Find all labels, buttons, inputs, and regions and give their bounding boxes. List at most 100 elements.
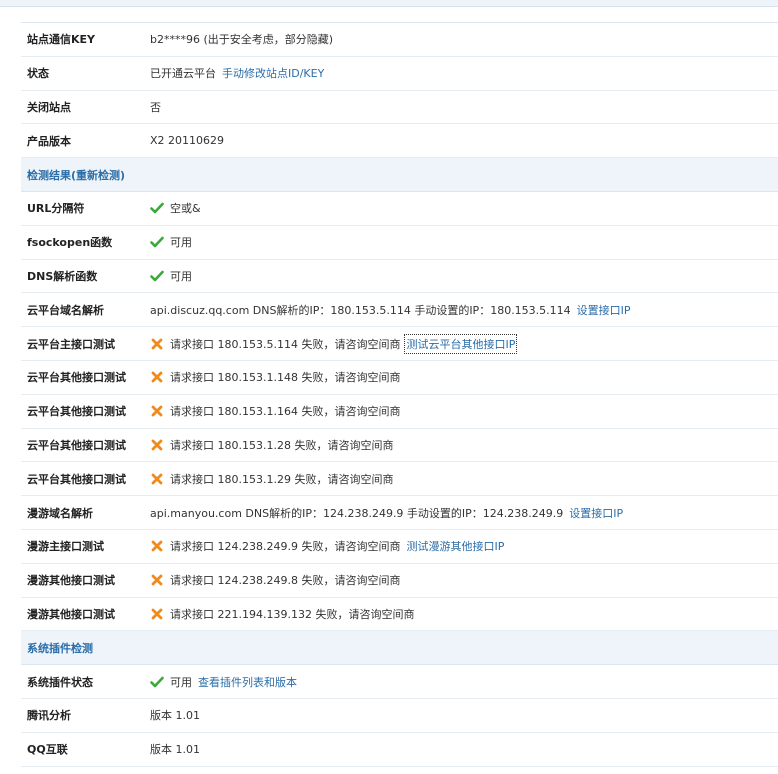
row-value-text: 版本 1.01 [150, 709, 200, 723]
row-value: 请求接口 180.153.1.29 失败，请咨询空间商 [150, 471, 393, 487]
table-row: 腾讯分析 版本 1.01 [21, 699, 778, 733]
row-label: 云平台其他接口测试 [27, 472, 126, 486]
row-action-link[interactable]: 查看插件列表和版本 [198, 674, 297, 690]
section-header-plugins: 系统插件检测 [21, 631, 778, 666]
cloud-status-panel: 站点通信KEY b2****96 (出于安全考虑，部分隐藏) 状态 已开通云平台 手动修… [21, 22, 778, 767]
row-value-text: 空或& [170, 202, 201, 216]
row-label: DNS解析函数 [27, 269, 98, 283]
row-label: 漫游其他接口测试 [27, 574, 115, 588]
row-value-text: 请求接口 180.153.1.28 失败，请咨询空间商 [170, 438, 394, 452]
section-header-detect[interactable]: 检测结果(重新检测) [21, 158, 778, 192]
table-row: 漫游其他接口测试 请求接口 221.194.139.132 失败，请咨询空间商 [21, 598, 778, 632]
table-row: 云平台主接口测试 请求接口 180.153.5.114 失败，请咨询空间商 测试云平… [21, 327, 778, 361]
basic-info-rows: 站点通信KEY b2****96 (出于安全考虑，部分隐藏) 状态 已开通云平台 手动修… [21, 23, 778, 159]
cross-icon [150, 337, 164, 351]
row-value: 可用 [150, 234, 192, 250]
row-value-text: 可用 [170, 675, 192, 689]
table-row: 云平台其他接口测试 请求接口 180.153.1.28 失败，请咨询空间商 [21, 429, 778, 463]
section-title-detect[interactable]: 检测结果(重新检测) [27, 167, 125, 183]
row-value-text: 请求接口 124.238.249.8 失败，请咨询空间商 [170, 574, 401, 588]
row-value: 请求接口 180.153.1.164 失败，请咨询空间商 [150, 403, 400, 419]
check-icon [150, 201, 164, 215]
table-row: 漫游其他接口测试 请求接口 124.238.249.8 失败，请咨询空间商 [21, 564, 778, 598]
table-row: 状态 已开通云平台 手动修改站点ID/KEY [21, 57, 778, 91]
row-action-link[interactable]: 设置接口IP [577, 302, 631, 318]
row-label: 产品版本 [27, 134, 71, 148]
row-value-text: api.discuz.qq.com DNS解析的IP：180.153.5.114… [150, 303, 571, 317]
row-label: 腾讯分析 [27, 709, 71, 723]
row-value-text: X2 20110629 [150, 134, 225, 148]
row-value: 版本 1.01 [150, 707, 200, 723]
table-row: 站点通信KEY b2****96 (出于安全考虑，部分隐藏) [21, 23, 778, 57]
row-value: X2 20110629 [150, 134, 224, 147]
row-value-text: 请求接口 221.194.139.132 失败，请咨询空间商 [170, 607, 415, 621]
row-value-text: 否 [150, 100, 161, 114]
row-value: 请求接口 180.153.1.28 失败，请咨询空间商 [150, 437, 393, 453]
table-row: 漫游域名解析 api.manyou.com DNS解析的IP：124.238.24… [21, 496, 778, 530]
table-row: URL分隔符 空或& [21, 192, 778, 226]
table-row: 产品版本 X2 20110629 [21, 124, 778, 159]
table-row: 云平台其他接口测试 请求接口 180.153.1.164 失败，请咨询空间商 [21, 395, 778, 429]
row-label: URL分隔符 [27, 202, 85, 216]
row-value-text: 请求接口 124.238.249.9 失败，请咨询空间商 [170, 540, 401, 554]
row-value: api.discuz.qq.com DNS解析的IP：180.153.5.114… [150, 302, 631, 318]
row-value-text: b2****96 (出于安全考虑，部分隐藏) [150, 33, 334, 47]
check-icon [150, 235, 164, 249]
row-label: 云平台主接口测试 [27, 337, 115, 351]
row-value-text: 可用 [170, 236, 192, 250]
table-row: 关闭站点 否 [21, 91, 778, 125]
row-label: 站点通信KEY [27, 33, 96, 47]
row-value: b2****96 (出于安全考虑，部分隐藏) [150, 31, 333, 47]
row-label: 关闭站点 [27, 100, 71, 114]
section-title-plugins: 系统插件检测 [27, 641, 93, 655]
table-row: 漫游主接口测试 请求接口 124.238.249.9 失败，请咨询空间商 测试漫游其… [21, 530, 778, 564]
row-action-link[interactable]: 手动修改站点ID/KEY [222, 65, 324, 81]
row-action-link[interactable]: 设置接口IP [569, 505, 623, 521]
row-value: 可用 查看插件列表和版本 [150, 674, 297, 690]
row-value: 空或& [150, 200, 201, 216]
row-value: 请求接口 124.238.249.8 失败，请咨询空间商 [150, 572, 400, 588]
row-value: api.manyou.com DNS解析的IP：124.238.249.9 手动… [150, 505, 623, 521]
table-row: DNS解析函数 可用 [21, 260, 778, 294]
row-label: 云平台域名解析 [27, 303, 104, 317]
plugin-rows: 系统插件状态 可用 查看插件列表和版本 腾讯分析 版本 1.01 QQ互联 版本 1.01 [21, 665, 778, 767]
cross-icon [150, 404, 164, 418]
row-label: 漫游主接口测试 [27, 540, 104, 554]
cross-icon [150, 573, 164, 587]
table-row: 云平台域名解析 api.discuz.qq.com DNS解析的IP：180.15… [21, 293, 778, 328]
row-label: 系统插件状态 [27, 675, 93, 689]
row-value-text: 已开通云平台 [150, 67, 216, 81]
row-label: 漫游其他接口测试 [27, 607, 115, 621]
row-value-text: 版本 1.01 [150, 743, 200, 757]
cross-icon [150, 607, 164, 621]
row-label: 云平台其他接口测试 [27, 438, 126, 452]
row-label: fsockopen函数 [27, 236, 113, 250]
check-icon [150, 269, 164, 283]
table-row: QQ互联 版本 1.01 [21, 733, 778, 767]
table-row: 云平台其他接口测试 请求接口 180.153.1.148 失败，请咨询空间商 [21, 361, 778, 395]
row-value: 可用 [150, 268, 192, 284]
row-value: 版本 1.01 [150, 741, 200, 757]
row-value-text: 请求接口 180.153.1.164 失败，请咨询空间商 [170, 405, 401, 419]
row-label: 状态 [27, 67, 49, 81]
row-label: 云平台其他接口测试 [27, 371, 126, 385]
top-bar [0, 0, 778, 7]
row-action-link[interactable]: 测试漫游其他接口IP [406, 538, 504, 554]
row-value: 请求接口 221.194.139.132 失败，请咨询空间商 [150, 606, 414, 622]
row-value-text: api.manyou.com DNS解析的IP：124.238.249.9 手动… [150, 506, 564, 520]
row-value: 已开通云平台 手动修改站点ID/KEY [150, 65, 324, 81]
row-action-link[interactable]: 测试云平台其他接口IP [404, 333, 518, 354]
row-label: 云平台其他接口测试 [27, 405, 126, 419]
table-row: 系统插件状态 可用 查看插件列表和版本 [21, 665, 778, 699]
row-value: 请求接口 180.153.1.148 失败，请咨询空间商 [150, 369, 400, 385]
row-value: 否 [150, 99, 161, 115]
check-icon [150, 675, 164, 689]
cross-icon [150, 539, 164, 553]
cross-icon [150, 370, 164, 384]
cross-icon [150, 472, 164, 486]
cross-icon [150, 438, 164, 452]
row-label: QQ互联 [27, 743, 68, 757]
row-value-text: 请求接口 180.153.5.114 失败，请咨询空间商 [170, 337, 401, 351]
detect-result-rows: URL分隔符 空或& fsockopen函数 可用 DNS解析函数 可用 云平台域名解析 ap… [21, 192, 778, 632]
row-label: 漫游域名解析 [27, 506, 93, 520]
